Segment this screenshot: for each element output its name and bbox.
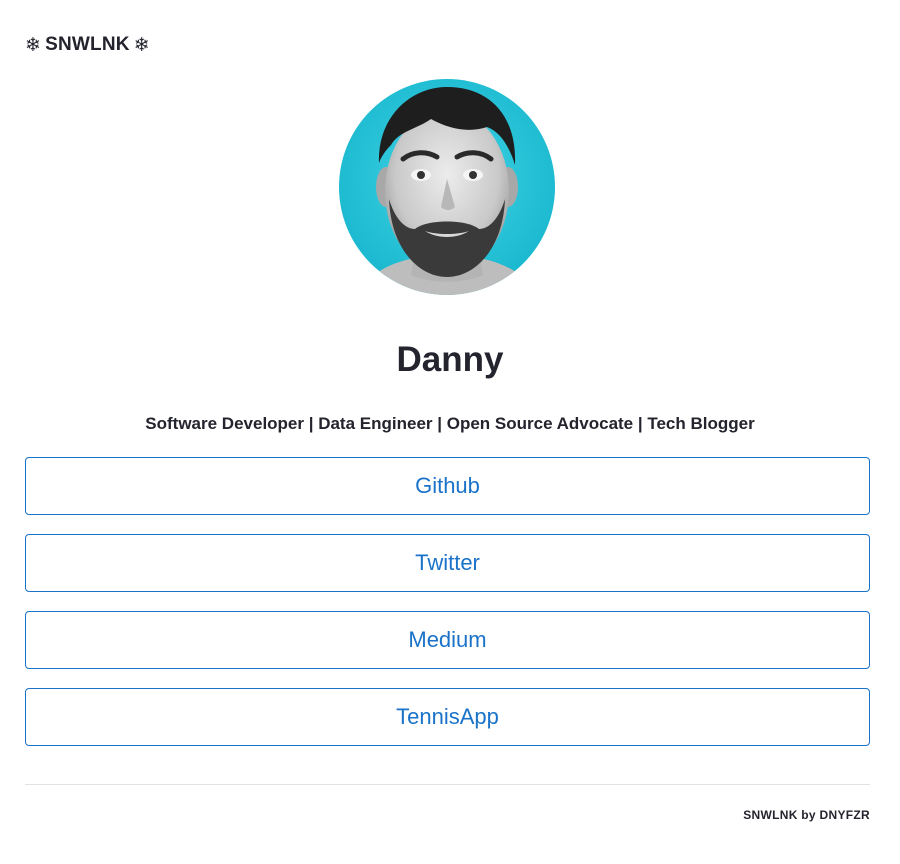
- profile-tagline: Software Developer | Data Engineer | Ope…: [145, 414, 755, 433]
- medium-link-button[interactable]: Medium: [25, 611, 870, 669]
- twitter-link-button[interactable]: Twitter: [25, 534, 870, 592]
- brand-logo[interactable]: ❄ SNWLNK ❄: [25, 33, 150, 57]
- footer-credit: SNWLNK by DNYFZR: [743, 808, 870, 822]
- snowflake-icon: ❄: [25, 34, 42, 56]
- snowflake-icon: ❄: [133, 34, 150, 56]
- avatar-photo: [339, 79, 555, 295]
- footer-divider: [25, 784, 870, 785]
- profile-name: Danny: [396, 340, 504, 379]
- brand-name: SNWLNK: [45, 34, 130, 55]
- github-link-button[interactable]: Github: [25, 457, 870, 515]
- link-list: Github Twitter Medium TennisApp: [25, 457, 870, 765]
- tennisapp-link-button[interactable]: TennisApp: [25, 688, 870, 746]
- avatar: [339, 79, 555, 295]
